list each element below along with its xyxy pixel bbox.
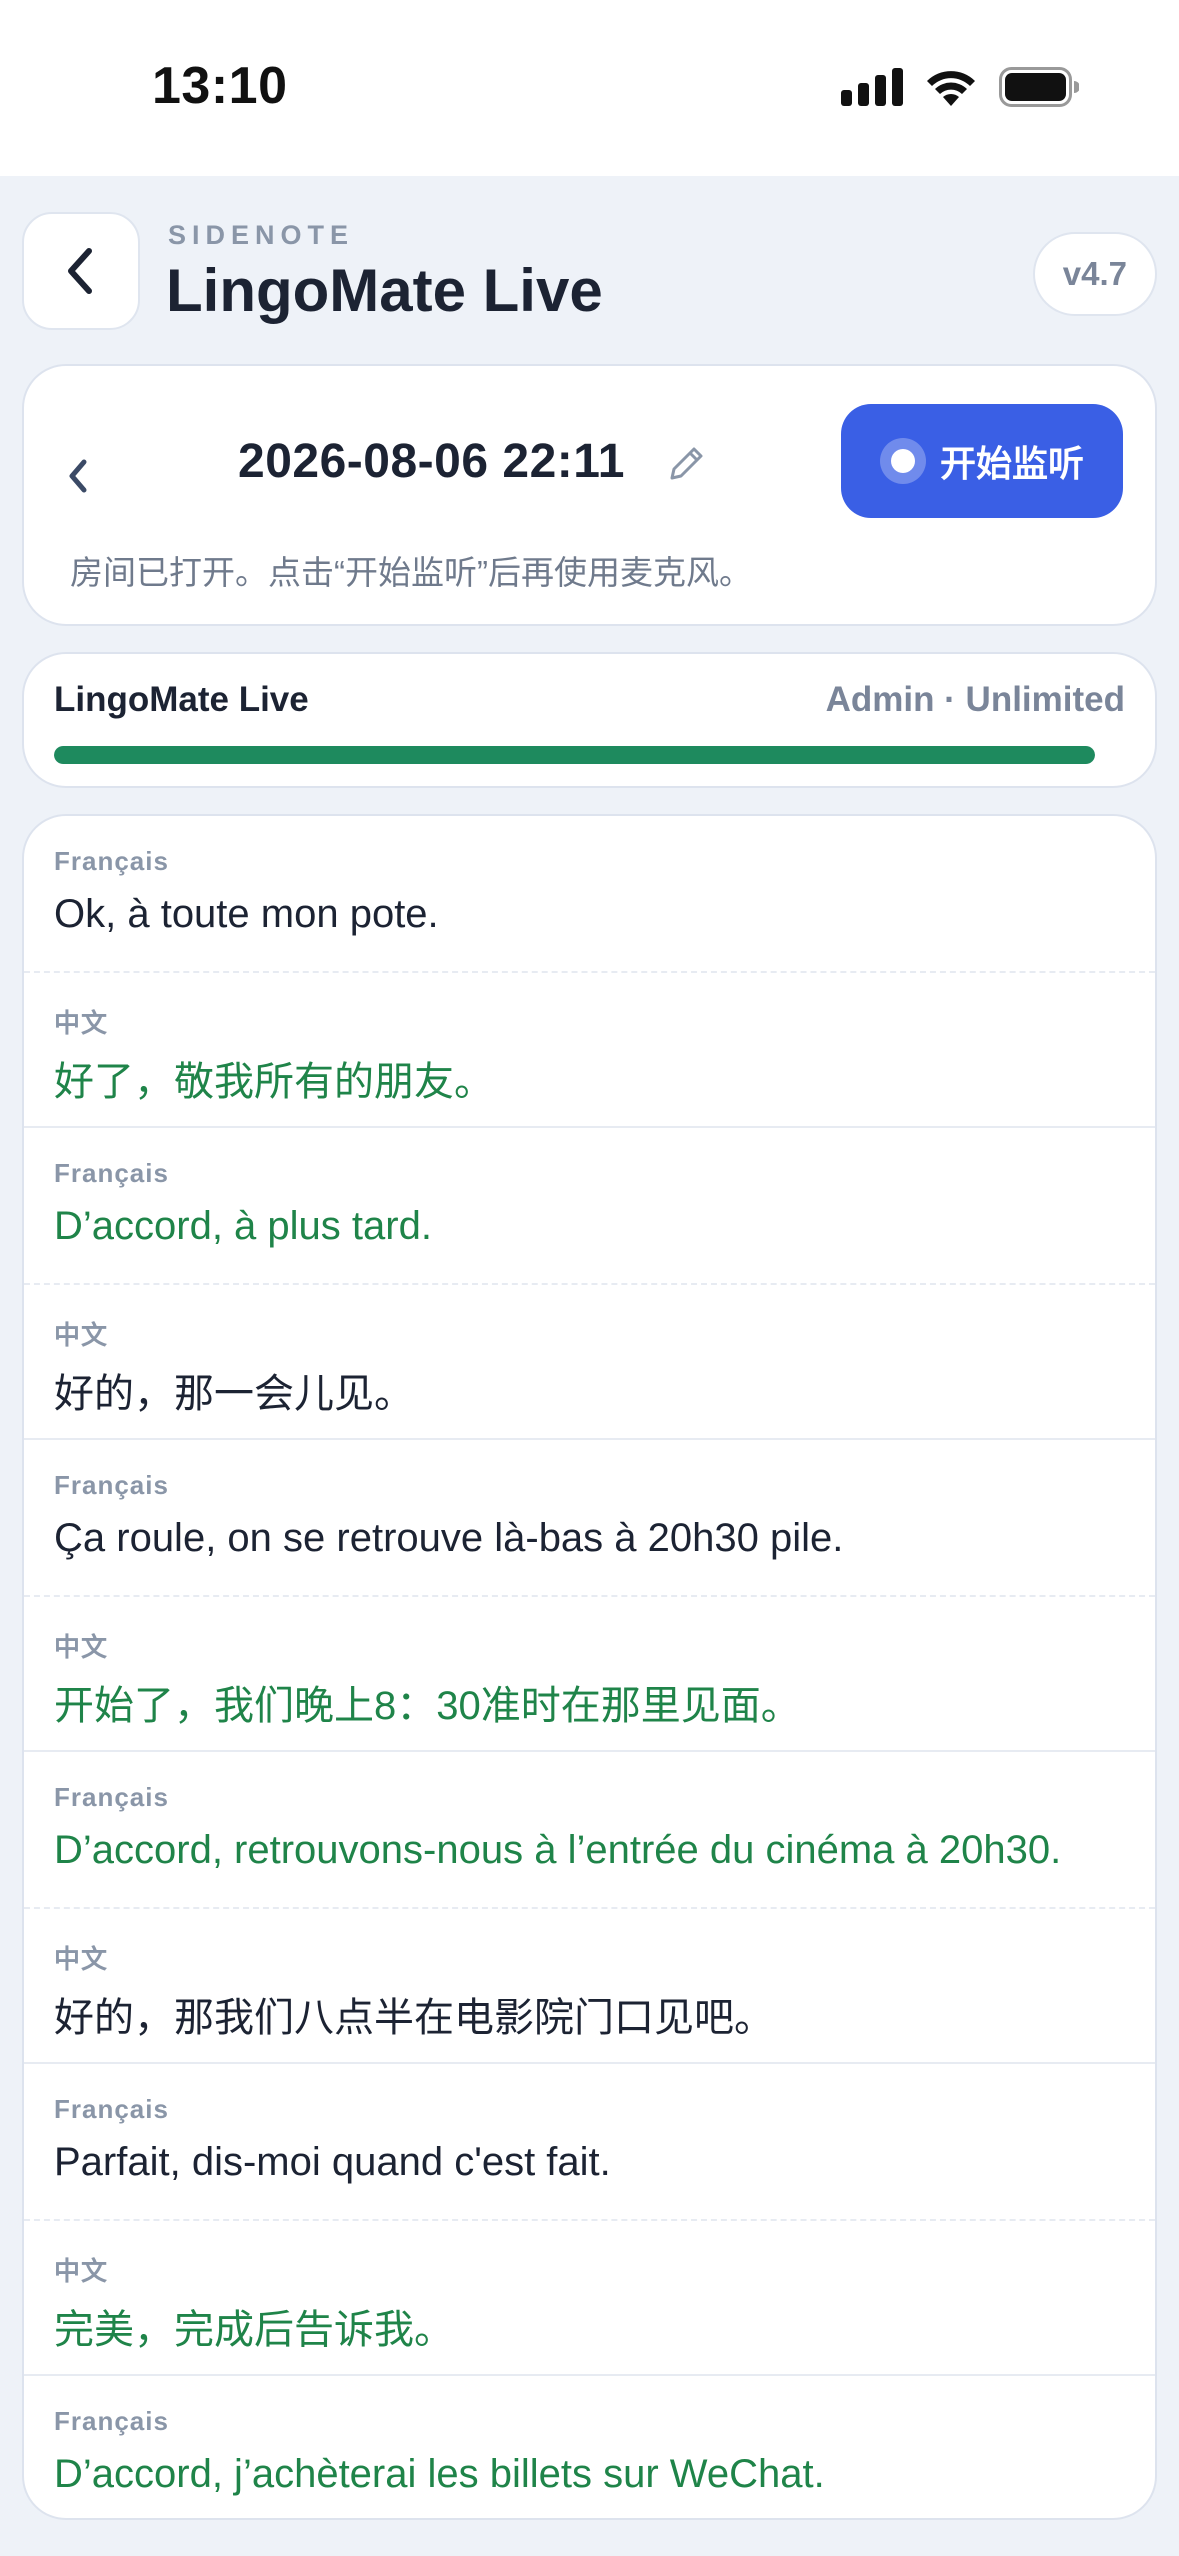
status-bar: 13:10 xyxy=(0,0,1179,176)
transcript-pair: Français Ok, à toute mon pote. 中文好了，敬我所有的朋… xyxy=(24,816,1155,1128)
status-icons xyxy=(841,62,1079,112)
segment-text: Ok, à toute mon pote. xyxy=(54,892,439,936)
wifi-icon xyxy=(927,71,975,106)
transcript-segment[interactable]: 中文好了，敬我所有的朋友。 xyxy=(24,971,1155,1126)
segment-language-label: Français xyxy=(54,2406,169,2436)
segment-text: 好了，敬我所有的朋友。 xyxy=(54,1060,494,1104)
segment-language-label: 中文 xyxy=(54,1008,109,1038)
segment-text: Ça roule, on se retrouve là-bas à 20h30 … xyxy=(54,1516,844,1560)
segment-language-label: 中文 xyxy=(54,1944,109,1974)
usage-card: LingoMate Live Admin · Unlimited xyxy=(22,652,1157,788)
transcript-segment[interactable]: Français Parfait, dis-moi quand c'est fai… xyxy=(24,2064,1155,2219)
segment-text: D’accord, retrouvons-nous à l’entrée du … xyxy=(54,1828,1062,1872)
page-title: LingoMate Live xyxy=(166,257,603,324)
cellular-icon xyxy=(841,68,903,106)
segment-text: 开始了，我们晚上8：30准时在那里见面。 xyxy=(54,1684,801,1728)
transcript-pair: Français D’accord, j’achèterai les billet… xyxy=(24,2376,1155,2518)
segment-language-label: Français xyxy=(54,846,169,876)
battery-icon xyxy=(999,67,1079,107)
status-time: 13:10 xyxy=(152,57,288,115)
previous-session-button[interactable] xyxy=(64,446,104,506)
record-icon xyxy=(879,438,926,484)
segment-text: 完美，完成后告诉我。 xyxy=(54,2308,454,2352)
version-badge: v4.7 xyxy=(1032,232,1157,316)
segment-language-label: Français xyxy=(54,2094,169,2124)
transcript-list[interactable]: Français Ok, à toute mon pote. 中文 好了，敬我所有的朋… xyxy=(22,814,1157,2520)
segment-text: 好的，那我们八点半在电影院门口见吧。 xyxy=(54,1996,774,2040)
chevron-left-icon xyxy=(69,459,87,493)
edit-session-button[interactable] xyxy=(664,442,708,486)
transcript-pair: Français D’accord, à plus tard. 中文好的，那一会儿见… xyxy=(24,1128,1155,1440)
segment-language-label: 中文 xyxy=(54,2256,109,2286)
session-date[interactable]: 2026-08-06 22:11 xyxy=(238,434,625,489)
segment-language-label: Français xyxy=(54,1782,169,1812)
back-button[interactable] xyxy=(22,212,140,330)
start-listening-label: 开始监听 xyxy=(939,443,1084,484)
transcript-segment[interactable]: 中文开始了，我们晚上8：30准时在那里见面。 xyxy=(24,1595,1155,1750)
segment-language-label: Français xyxy=(54,1158,169,1188)
segment-language-label: 中文 xyxy=(54,1320,109,1350)
segment-text: D’accord, à plus tard. xyxy=(54,1204,432,1248)
transcript-segment[interactable]: Français D’accord, j’achèterai les billet… xyxy=(24,2376,1155,2518)
segment-text: 好的，那一会儿见。 xyxy=(54,1372,414,1416)
transcript-pair: Français Parfait, dis-moi quand c'est fai… xyxy=(24,2064,1155,2376)
pencil-icon xyxy=(670,447,703,480)
segment-language-label: 中文 xyxy=(54,1632,109,1662)
usage-progress-fill xyxy=(54,746,1095,764)
usage-app-name: LingoMate Live xyxy=(54,680,309,719)
segment-text: D’accord, j’achèterai les billets sur We… xyxy=(54,2452,825,2496)
transcript-pair: Français Ça roule, on se retrouve là-bas … xyxy=(24,1440,1155,1752)
start-listening-button[interactable]: 开始监听 xyxy=(841,404,1123,518)
transcript-segment[interactable]: Français Ça roule, on se retrouve là-bas … xyxy=(24,1440,1155,1595)
transcript-segment[interactable]: 中文好的，那一会儿见。 xyxy=(24,1283,1155,1438)
transcript-segment[interactable]: Français Ok, à toute mon pote. xyxy=(24,816,1155,971)
app-header: SIDENOTE LingoMate Live v4.7 xyxy=(0,176,1179,356)
chevron-left-icon xyxy=(68,248,92,294)
usage-plan-label: Admin · Unlimited xyxy=(825,680,1125,719)
transcript-segment[interactable]: 中文好的，那我们八点半在电影院门口见吧。 xyxy=(24,1907,1155,2062)
transcript-pair: Français D’accord, retrouvons-nous à l’en… xyxy=(24,1752,1155,2064)
usage-progress-bar xyxy=(54,746,1095,764)
transcript-segment[interactable]: Français D’accord, retrouvons-nous à l’en… xyxy=(24,1752,1155,1907)
segment-language-label: Français xyxy=(54,1470,169,1500)
transcript-segment[interactable]: Français D’accord, à plus tard. xyxy=(24,1128,1155,1283)
session-hint: 房间已打开。点击“开始监听”后再使用麦克风。 xyxy=(70,554,752,591)
brand-kicker: SIDENOTE xyxy=(168,220,355,250)
transcript-segment[interactable]: 中文完美，完成后告诉我。 xyxy=(24,2219,1155,2374)
session-card: 2026-08-06 22:11 开始监听 房间已打开。点击“开始监听”后再使用… xyxy=(22,364,1157,626)
segment-text: Parfait, dis-moi quand c'est fait. xyxy=(54,2140,611,2184)
